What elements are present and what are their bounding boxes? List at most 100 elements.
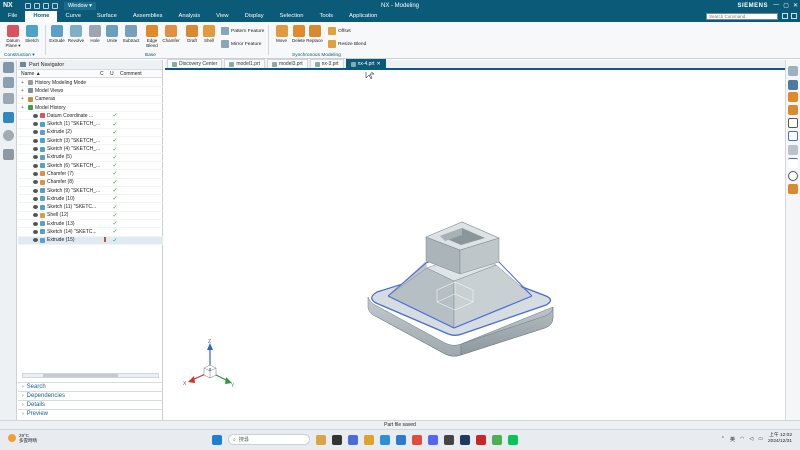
command-search-input[interactable]: Search Command	[706, 13, 778, 20]
language-indicator[interactable]: 英	[730, 436, 735, 443]
maximize-button[interactable]: ▢	[783, 2, 789, 9]
undo-icon[interactable]	[34, 2, 40, 9]
subtract-button[interactable]: Subtract	[122, 25, 140, 43]
column-comment[interactable]: Comment	[120, 71, 142, 77]
tree-row[interactable]: Sketch (14) "SKETC... ✓	[18, 228, 163, 237]
tree-row[interactable]: Extrude (10) ✓	[18, 195, 163, 204]
visibility-icon[interactable]	[33, 130, 38, 135]
assembly-navigator-icon[interactable]	[3, 77, 14, 88]
extrude-button[interactable]: Extrude	[48, 25, 66, 43]
tree-row[interactable]: Extrude (2) ✓	[18, 129, 163, 138]
doc-tab[interactable]: nx-3.prt	[309, 59, 344, 68]
tree-row[interactable]: Shell (12) ✓	[18, 212, 163, 221]
tree-row[interactable]: Extrude (13) ✓	[18, 220, 163, 229]
widgets-icon[interactable]	[316, 434, 326, 445]
bowtie-icon[interactable]	[788, 118, 798, 128]
menu-display[interactable]: Display	[237, 11, 272, 22]
minimize-button[interactable]: —	[773, 2, 779, 9]
visibility-icon[interactable]	[33, 196, 38, 201]
model-view[interactable]: Z X Y	[165, 67, 785, 420]
panel-dependencies[interactable]: › Dependencies	[18, 391, 163, 400]
teams-icon[interactable]	[348, 434, 358, 445]
mirror-feature-button[interactable]: Mirror Feature	[221, 40, 261, 48]
tree-row[interactable]: Chamfer (8) ✓	[18, 179, 163, 187]
visibility-icon[interactable]	[33, 122, 38, 127]
constraint-navigator-icon[interactable]	[3, 93, 14, 104]
visibility-icon[interactable]	[33, 205, 38, 210]
line-app-icon[interactable]	[508, 434, 518, 445]
column-c[interactable]: C	[100, 71, 110, 77]
offset-face-button[interactable]: Offset	[328, 27, 351, 35]
terminal-icon[interactable]	[444, 434, 454, 445]
help-icon[interactable]	[782, 13, 788, 19]
expand-toggle-icon[interactable]: +	[21, 88, 26, 94]
delete-face-button[interactable]: Delete	[290, 25, 307, 43]
chrome-alt-icon[interactable]	[492, 434, 502, 445]
shell-button[interactable]: Shell	[200, 25, 218, 43]
ruler-icon[interactable]	[788, 145, 798, 155]
edge-icon[interactable]	[380, 434, 390, 445]
expand-toggle-icon[interactable]: +	[21, 96, 26, 102]
close-button[interactable]: ✕	[793, 2, 798, 9]
taskbar-search[interactable]: ⌕ 搜尋	[228, 434, 310, 445]
doc-tab[interactable]: model3.prt	[266, 59, 308, 68]
wifi-icon[interactable]: ◠	[740, 436, 744, 442]
hole-button[interactable]: Hole	[86, 25, 104, 43]
visibility-icon[interactable]	[33, 155, 38, 160]
nx-app-icon[interactable]	[476, 434, 486, 445]
tree-row[interactable]: + Model Views	[18, 87, 163, 96]
menu-surface[interactable]: Surface	[89, 11, 125, 22]
copy-icon[interactable]	[52, 2, 58, 9]
file-explorer-icon[interactable]	[364, 434, 374, 445]
draft-button[interactable]: Draft	[183, 25, 201, 43]
horizontal-scrollbar[interactable]	[22, 373, 159, 378]
settings-icon[interactable]	[791, 13, 797, 19]
menu-curve[interactable]: Curve	[57, 11, 88, 22]
binoculars-icon[interactable]	[788, 66, 798, 76]
weather-widget[interactable]: 29°C 多雲時晴	[8, 433, 37, 443]
menu-application[interactable]: Application	[341, 11, 385, 22]
window-menu[interactable]: Window ▾	[64, 1, 96, 10]
visibility-icon[interactable]	[33, 229, 38, 234]
visibility-icon[interactable]	[33, 188, 38, 193]
pattern-feature-button[interactable]: Pattern Feature	[221, 27, 264, 35]
line-icon[interactable]	[788, 158, 798, 168]
tree-row[interactable]: + Model History	[18, 104, 163, 113]
doc-tab[interactable]: Discovery Center	[167, 59, 223, 68]
group-label-construction[interactable]: Construction ▾	[4, 53, 35, 58]
battery-icon[interactable]: ▭	[758, 436, 763, 442]
tree-row[interactable]: Sketch (11) "SKETC... ✓	[18, 203, 163, 212]
graphics-window[interactable]: Z X Y	[165, 67, 785, 420]
rectangle-icon[interactable]	[788, 131, 798, 141]
panel-details[interactable]: › Details	[18, 400, 163, 409]
scrollbar-thumb[interactable]	[43, 374, 118, 377]
menu-view[interactable]: View	[208, 11, 236, 22]
visibility-icon[interactable]	[33, 113, 38, 118]
sketch-button[interactable]: Sketch	[23, 25, 41, 43]
edge-blend-button[interactable]: Edge Blend	[143, 25, 161, 48]
visibility-icon[interactable]	[33, 213, 38, 218]
settings-icon[interactable]	[3, 62, 14, 73]
visibility-icon[interactable]	[33, 221, 38, 226]
tree-row[interactable]: Sketch (6) "SKETCH_... ✓	[18, 162, 163, 171]
menu-analysis[interactable]: Analysis	[171, 11, 209, 22]
fit-view-icon[interactable]	[788, 80, 798, 90]
menu-file[interactable]: File	[0, 11, 25, 22]
taskview-icon[interactable]	[332, 434, 342, 445]
circle-icon[interactable]	[788, 171, 798, 181]
column-u[interactable]: U	[110, 71, 120, 77]
shaded-edges-icon[interactable]	[788, 105, 798, 115]
section-view-icon[interactable]	[788, 184, 798, 194]
tree-row[interactable]: Sketch (3) "SKETCH_... ✓	[18, 137, 163, 146]
tray-chevron-icon[interactable]: ⌃	[721, 436, 725, 442]
chrome-icon[interactable]	[412, 434, 422, 445]
panel-search[interactable]: › Search	[18, 382, 163, 391]
revolve-button[interactable]: Revolve	[67, 25, 85, 43]
visibility-icon[interactable]	[33, 171, 38, 176]
tree-row[interactable]: + History Modeling Mode	[18, 79, 163, 88]
visibility-icon[interactable]	[33, 138, 38, 143]
menu-tools[interactable]: Tools	[311, 11, 341, 22]
outlook-icon[interactable]	[396, 434, 406, 445]
tree-row[interactable]: Sketch (1) "SKETCH_... ✓	[18, 120, 163, 129]
menu-assemblies[interactable]: Assemblies	[125, 11, 171, 22]
